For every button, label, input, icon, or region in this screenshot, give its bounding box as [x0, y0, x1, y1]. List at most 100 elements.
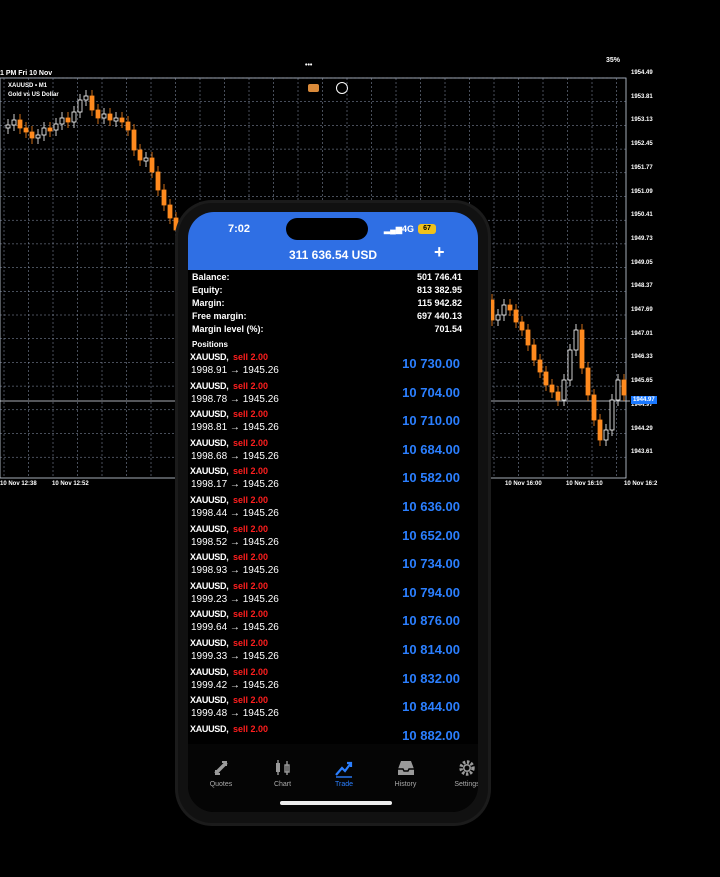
- candle: [95, 109, 101, 119]
- position-prices: 1998.17 → 1945.26: [191, 479, 279, 491]
- position-row[interactable]: XAUUSD, sell 2.00 1999.33 → 1945.26 10 814.…: [190, 638, 478, 666]
- position-prices: 1998.52 → 1945.26: [191, 536, 279, 548]
- position-profit: 10 684.00: [402, 441, 460, 457]
- position-row[interactable]: XAUUSD, sell 2.00 1999.48 → 1945.26 10 844.…: [190, 695, 478, 723]
- tab-label: Trade: [334, 781, 354, 788]
- position-direction: sell 2.00: [233, 437, 269, 448]
- position-row[interactable]: XAUUSD, sell 2.00 1998.52 → 1945.26 10 652.…: [190, 524, 478, 552]
- position-row[interactable]: XAUUSD, sell 2.00 1998.78 → 1945.26 10 704.…: [190, 381, 478, 409]
- position-direction: sell 2.00: [233, 552, 269, 563]
- position-row[interactable]: XAUUSD, sell 2.00 1999.64 → 1945.26 10 876.…: [190, 609, 478, 637]
- candle: [101, 113, 107, 119]
- summary-value: 501 746.41: [416, 272, 462, 282]
- position-row[interactable]: XAUUSD, sell 2.00 1998.68 → 1945.26 10 684.…: [190, 438, 478, 466]
- candle: [41, 127, 47, 136]
- position-direction: sell 2.00: [233, 409, 269, 420]
- home-indicator[interactable]: [280, 801, 392, 805]
- position-profit: 10 582.00: [402, 470, 460, 486]
- summary-label: Margin level (%):: [192, 324, 264, 334]
- candle: [107, 113, 113, 121]
- candle: [35, 134, 41, 139]
- candle: [125, 121, 131, 131]
- candle: [567, 349, 573, 381]
- candle: [597, 419, 603, 441]
- candle: [71, 111, 77, 123]
- position-direction: sell 2.00: [233, 695, 269, 706]
- position-direction: sell 2.00: [233, 609, 269, 620]
- new-order-button[interactable]: +: [434, 242, 445, 263]
- position-profit: 10 734.00: [402, 556, 460, 572]
- position-direction: sell 2.00: [233, 723, 269, 734]
- position-prices: 1999.23 → 1945.26: [191, 593, 279, 605]
- battery-icon: 67: [418, 224, 436, 234]
- position-profit: 10 636.00: [402, 499, 460, 514]
- trade-icon: [315, 758, 373, 780]
- position-direction: sell 2.00: [233, 380, 269, 391]
- position-prices: 1998.81 → 1945.26: [191, 422, 279, 434]
- summary-label: Margin:: [192, 298, 225, 308]
- candle: [113, 117, 119, 122]
- position-profit: 10 814.00: [402, 642, 460, 657]
- position-symbol: XAUUSD,: [190, 380, 229, 391]
- positions-title: Positions: [192, 340, 229, 349]
- tab-settings[interactable]: Settings: [438, 758, 478, 788]
- tab-trade[interactable]: Trade: [315, 758, 373, 788]
- candle: [501, 304, 507, 316]
- position-symbol: XAUUSD,: [190, 552, 229, 563]
- position-profit: 10 704.00: [402, 384, 460, 400]
- price-axis-label: 1947.69: [631, 307, 653, 313]
- candle: [495, 314, 501, 321]
- candle: [507, 304, 513, 311]
- candle: [161, 189, 167, 206]
- position-direction: sell 2.00: [233, 638, 269, 648]
- candle: [77, 99, 83, 113]
- summary-value: 115 942.82: [417, 298, 462, 308]
- price-axis-label: 1946.33: [631, 354, 653, 361]
- summary-row: Margin level (%): 701.54: [192, 324, 462, 337]
- summary-row: Free margin: 697 440.13: [192, 311, 462, 324]
- position-row[interactable]: XAUUSD, sell 2.00 1999.23 → 1945.26 10 794.…: [190, 581, 478, 609]
- current-price-tag: 1944.97: [631, 396, 657, 404]
- candle: [11, 119, 17, 126]
- candle: [143, 157, 149, 162]
- tab-history[interactable]: History: [377, 758, 435, 788]
- position-row[interactable]: XAUUSD, sell 2.00 1998.93 → 1945.26 10 734.…: [190, 552, 478, 580]
- position-row[interactable]: XAUUSD, sell 2.00 1998.81 → 1945.26 10 710.…: [190, 409, 478, 437]
- tab-label: Chart: [273, 781, 292, 788]
- candle: [23, 127, 29, 133]
- summary-row: Equity: 813 382.95: [192, 285, 462, 298]
- candle: [131, 129, 137, 151]
- price-axis-label: 1947.01: [631, 330, 653, 337]
- position-symbol: XAUUSD,: [190, 695, 229, 706]
- time-axis-label: 10 Nov 16:2: [624, 481, 658, 487]
- position-direction: sell 2.00: [233, 466, 269, 477]
- position-prices: 1998.91 → 1945.26: [191, 365, 279, 376]
- position-direction: sell 2.00: [233, 495, 269, 505]
- phone: 7:02 ▂▄▆ 4G 67 311 636.54 USD + Balance:…: [178, 203, 488, 823]
- tab-label: Settings: [454, 781, 478, 788]
- tab-quotes[interactable]: Quotes: [192, 758, 250, 788]
- position-row[interactable]: XAUUSD, sell 2.00 1998.17 → 1945.26 10 582.…: [190, 466, 478, 494]
- tab-label: Quotes: [209, 781, 233, 788]
- quotes-icon: [192, 758, 250, 780]
- position-profit: 10 844.00: [402, 699, 460, 715]
- position-prices: 1999.64 → 1945.26: [191, 622, 279, 634]
- position-row[interactable]: XAUUSD, sell 2.00 1998.44 → 1945.26 10 636.…: [190, 495, 478, 523]
- position-prices: 1999.33 → 1945.26: [191, 651, 279, 662]
- position-row[interactable]: XAUUSD, sell 2.00 1998.91 → 1945.26 10 730.…: [190, 352, 478, 380]
- signal-icon: ▂▄▆: [384, 225, 402, 234]
- position-symbol: XAUUSD,: [190, 352, 229, 362]
- position-row[interactable]: XAUUSD, sell 2.00 1999.42 → 1945.26 10 832.…: [190, 667, 478, 695]
- time-axis-label: 10 Nov 16:00: [505, 481, 542, 487]
- candle: [573, 329, 579, 351]
- candle: [543, 371, 549, 386]
- dynamic-island: [286, 218, 368, 240]
- chart-icon: [254, 758, 312, 780]
- position-profit: 10 710.00: [402, 413, 460, 429]
- position-symbol: XAUUSD,: [190, 495, 229, 505]
- summary-row: Margin: 115 942.82: [192, 298, 462, 311]
- tab-chart[interactable]: Chart: [254, 758, 312, 788]
- time-axis-label: 10 Nov 12:52: [52, 481, 89, 487]
- price-axis-label: 1945.65: [631, 378, 653, 385]
- summary-value: 697 440.13: [416, 311, 462, 321]
